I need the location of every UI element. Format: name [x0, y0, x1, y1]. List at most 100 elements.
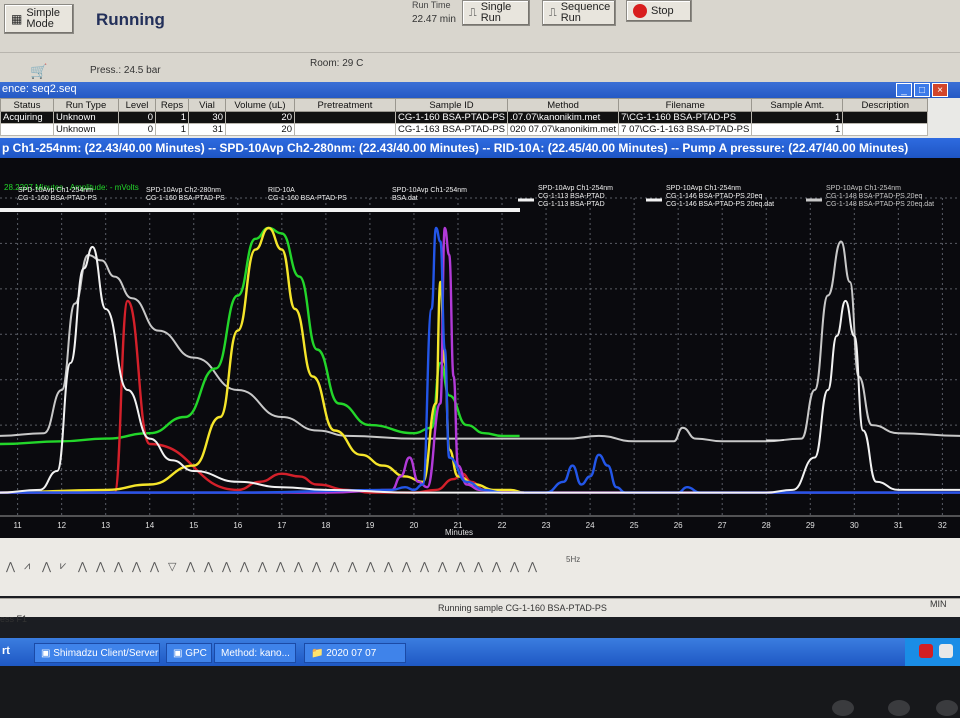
cell: .07.07\kanonikim.met: [506, 111, 620, 124]
cell: 30: [188, 111, 226, 124]
legend-entry: SPD-10Avp Ch1-254nm: [538, 185, 613, 192]
legend-entry: BSA.dat: [392, 195, 418, 202]
legend-entry: RID-10A: [268, 187, 295, 194]
app-icon: ▣: [173, 648, 186, 659]
cell: [842, 123, 929, 136]
peak-tool-icon[interactable]: ⋀: [474, 560, 483, 573]
cell: Acquiring: [0, 111, 54, 124]
peak-tool-icon[interactable]: ⋀: [150, 560, 159, 573]
peak-tool-icon[interactable]: ⋀: [528, 560, 537, 573]
peak-tool-icon[interactable]: ⋀: [348, 560, 357, 573]
sequence-title: ence: seq2.seq: [2, 83, 77, 95]
peak-tool-icon[interactable]: ⋀: [330, 560, 339, 573]
peak-tool-icon[interactable]: ⋀: [366, 560, 375, 573]
peak-tool-icon[interactable]: ⋀: [240, 560, 249, 573]
peak-tool-icon[interactable]: ⋀: [276, 560, 285, 573]
single-run-button[interactable]: ⎍ Single Run: [462, 0, 530, 26]
sequence-run-label: Sequence Run: [560, 1, 611, 24]
peak-tool-icon[interactable]: ⋀: [258, 560, 267, 573]
table-row[interactable]: Acquiring Unknown 0 1 30 20 CG-1-160 BSA…: [0, 111, 929, 124]
x-tick-label: 24: [586, 521, 595, 530]
peak-tool-icon[interactable]: ⋀: [438, 560, 447, 573]
maximize-icon[interactable]: □: [914, 83, 930, 97]
peak-tool-icon[interactable]: ⩘: [24, 560, 30, 573]
col-status: Status: [0, 98, 54, 112]
peak-tool-icon[interactable]: ⋀: [6, 560, 15, 573]
x-tick-label: 11: [13, 521, 22, 530]
col-filename: Filename: [618, 98, 753, 112]
close-icon[interactable]: ×: [932, 83, 948, 97]
system-tray: [905, 638, 960, 666]
taskbar-item-shimadzu[interactable]: ▣ Shimadzu Client/Server: [34, 643, 160, 663]
cell[interactable]: Unknown: [53, 111, 119, 124]
plot-background: [0, 158, 960, 538]
start-button[interactable]: rt: [2, 645, 10, 657]
cell: [842, 111, 929, 124]
legend-entry: CG-1-113 BSA-PTAD: [538, 201, 605, 208]
peak-tool-icon[interactable]: ▽: [168, 560, 176, 573]
stop-button[interactable]: Stop: [626, 0, 692, 22]
x-tick-label: 12: [57, 521, 66, 530]
peak-tool-icon[interactable]: ⋀: [456, 560, 465, 573]
peak-tool-icon[interactable]: ⋀: [492, 560, 501, 573]
legend-entry: CG-1-160 BSA-PTAD-PS: [268, 195, 347, 202]
cell: CG-1-160 BSA-PTAD-PS: [395, 111, 508, 124]
sequence-icon: ⎍: [549, 6, 557, 19]
taskbar-item-gpc[interactable]: ▣ GPC: [166, 643, 212, 663]
peak-tool-icon[interactable]: ⋀: [402, 560, 411, 573]
x-tick-label: 27: [718, 521, 727, 530]
taskbar-label: Shimadzu Client/Server: [53, 648, 159, 659]
legend-entry: CG-1-148 BSA-PTAD-PS 20eq.dat: [826, 201, 934, 208]
legend-entry: SPD-10Avp Ch1-254nm: [18, 187, 93, 194]
chromatogram-plot[interactable]: 28.2207 Minutes - Amplitude: - mVolts SP…: [0, 158, 960, 538]
x-tick-label: 20: [409, 521, 418, 530]
x-tick-label: 31: [894, 521, 903, 530]
simple-mode-button[interactable]: ▦ Simple Mode: [4, 4, 74, 34]
peak-tool-icon[interactable]: ⋀: [222, 560, 231, 573]
tray-network-icon[interactable]: [939, 644, 953, 658]
taskbar-item-folder[interactable]: 📁 2020 07 07: [304, 643, 406, 663]
taskbar-item-method[interactable]: Method: kano...: [214, 643, 296, 663]
instrument-toolbar: ▦ Simple Mode Running Run Time 22.47 min…: [0, 0, 960, 52]
stop-label: Stop: [651, 4, 674, 17]
peak-tool-icon[interactable]: ⋀: [420, 560, 429, 573]
cell: [0, 123, 54, 136]
legend-entry: SPD-10Avp Ch1-254nm: [392, 187, 467, 194]
peak-tool-icon[interactable]: ⋀: [132, 560, 141, 573]
tray-app-icon[interactable]: [919, 644, 933, 658]
col-method: Method: [506, 98, 620, 112]
legend-entry: CG-1-160 BSA-PTAD-PS: [18, 195, 97, 202]
stop-icon: [633, 4, 647, 18]
peak-tool-icon[interactable]: ⋀: [96, 560, 105, 573]
table-row[interactable]: Unknown 0 1 31 20 CG-1-163 BSA-PTAD-PS 0…: [0, 123, 929, 136]
minimize-icon[interactable]: _: [896, 83, 912, 97]
peak-tool-icon[interactable]: ⋀: [204, 560, 213, 573]
cell: CG-1-163 BSA-PTAD-PS: [395, 123, 508, 136]
peak-tool-icon[interactable]: ⋀: [384, 560, 393, 573]
monitor-button: [832, 700, 854, 716]
peak-tool-icon[interactable]: ⋀: [294, 560, 303, 573]
col-volume: Volume (uL): [225, 98, 295, 112]
x-tick-label: 14: [145, 521, 154, 530]
cell: 1: [751, 123, 844, 136]
x-tick-label: 29: [806, 521, 815, 530]
peak-tool-icon[interactable]: ⋀: [114, 560, 123, 573]
single-run-label: Single Run: [480, 1, 512, 24]
legend-entry: SPD-10Avp Ch1-254nm: [666, 185, 741, 192]
col-sample-id: Sample ID: [395, 98, 508, 112]
cell: 020 07.07\kanonikim.met: [506, 123, 620, 136]
cell: 20: [225, 111, 295, 124]
peak-tool-icon[interactable]: ⋀: [186, 560, 195, 573]
x-tick-label: 28: [762, 521, 771, 530]
peak-tool-icon[interactable]: ⋀: [510, 560, 519, 573]
sequence-run-button[interactable]: ⎍ Sequence Run: [542, 0, 616, 26]
cell: 1: [155, 123, 189, 136]
x-tick-label: 25: [630, 521, 639, 530]
x-tick-label: 15: [189, 521, 198, 530]
peak-tool-icon[interactable]: ⋀: [312, 560, 321, 573]
peak-tool-icon[interactable]: ⋀: [42, 560, 51, 573]
monitor-button: [936, 700, 958, 716]
peak-tool-icon[interactable]: ⋀: [78, 560, 87, 573]
cell[interactable]: Unknown: [53, 123, 119, 136]
peak-tool-icon[interactable]: ⩗: [60, 560, 66, 573]
